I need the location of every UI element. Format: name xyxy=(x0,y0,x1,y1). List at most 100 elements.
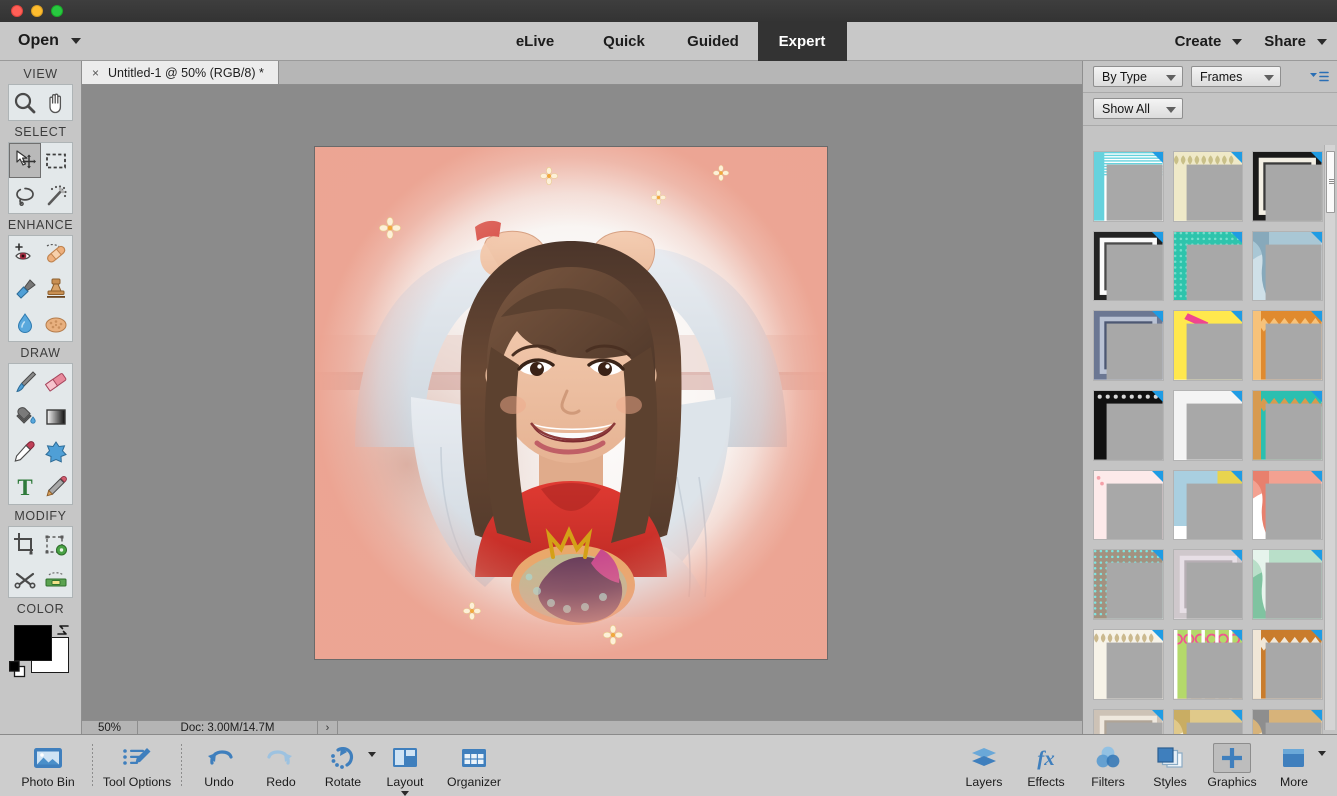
show-all-dropdown[interactable]: Show All xyxy=(1093,98,1183,119)
swap-colors-icon[interactable] xyxy=(55,623,71,637)
more-button[interactable]: More xyxy=(1263,739,1326,793)
organizer-button[interactable]: Organizer xyxy=(436,739,512,793)
scrollbar-thumb[interactable] xyxy=(1326,151,1335,213)
graphic-thumbnail[interactable] xyxy=(1093,230,1164,302)
tab-guided[interactable]: Guided xyxy=(669,22,758,61)
graphic-thumbnail[interactable] xyxy=(1252,390,1323,461)
document-canvas[interactable] xyxy=(315,147,827,659)
graphic-thumbnail[interactable] xyxy=(1252,469,1323,541)
graphic-thumbnail[interactable] xyxy=(1252,549,1323,621)
graphic-thumbnail[interactable] xyxy=(1093,151,1164,222)
graphic-thumbnail[interactable] xyxy=(1093,390,1164,461)
main-menubar: Open eLive Quick Guided Expert Create Sh… xyxy=(0,22,1337,61)
redo-button[interactable]: Redo xyxy=(250,739,312,793)
filters-button[interactable]: Filters xyxy=(1077,739,1139,793)
graphic-thumbnail[interactable] xyxy=(1093,310,1164,381)
zoom-level-field[interactable]: 50% xyxy=(82,721,138,734)
quick-selection-tool[interactable] xyxy=(41,178,73,213)
lasso-tool[interactable] xyxy=(9,178,41,213)
gradient-tool[interactable] xyxy=(41,399,73,434)
smart-brush-tool[interactable] xyxy=(9,271,41,306)
photo-bin-button[interactable]: Photo Bin xyxy=(10,739,86,793)
graphic-thumbnail[interactable] xyxy=(1252,310,1323,381)
filter-by-dropdown[interactable]: By Type xyxy=(1093,66,1183,87)
document-tab[interactable]: × Untitled-1 @ 50% (RGB/8) * xyxy=(82,61,279,84)
undo-button[interactable]: Undo xyxy=(188,739,250,793)
zoom-window-button[interactable] xyxy=(51,5,63,17)
close-window-button[interactable] xyxy=(11,5,23,17)
graphic-thumbnail[interactable] xyxy=(1172,390,1244,461)
rotate-button[interactable]: Rotate xyxy=(312,739,376,793)
move-tool[interactable] xyxy=(9,143,41,178)
graphics-button[interactable]: Graphics xyxy=(1201,739,1263,793)
status-bar: 50% Doc: 3.00M/14.7M › xyxy=(82,720,1082,734)
graphics-thumbnail-scroll[interactable] xyxy=(1083,142,1337,734)
red-eye-removal-tool[interactable] xyxy=(9,236,41,271)
clone-stamp-tool[interactable] xyxy=(41,271,73,306)
create-menu-button[interactable]: Create xyxy=(1175,33,1243,50)
graphic-thumbnail[interactable] xyxy=(1172,310,1244,382)
minimize-window-button[interactable] xyxy=(31,5,43,17)
chevron-down-icon xyxy=(1264,74,1274,81)
color-picker-tool[interactable] xyxy=(9,434,41,469)
spot-healing-brush-tool[interactable] xyxy=(41,236,73,271)
effects-button[interactable]: fx Effects xyxy=(1015,739,1077,793)
graphic-thumbnail[interactable] xyxy=(1252,708,1323,734)
status-expand-button[interactable]: › xyxy=(318,721,338,734)
brush-tool[interactable] xyxy=(9,364,41,399)
graphic-thumbnail[interactable] xyxy=(1252,230,1323,302)
paint-sprayer-icon xyxy=(16,278,36,299)
graphics-panel-show-row: Show All xyxy=(1083,93,1337,126)
pencil-tool[interactable] xyxy=(41,469,73,504)
daisy-icon xyxy=(540,167,558,185)
graphic-thumbnail[interactable] xyxy=(1252,629,1323,700)
graphic-thumbnail[interactable] xyxy=(1172,230,1244,302)
crop-tool[interactable] xyxy=(9,527,41,562)
category-dropdown[interactable]: Frames xyxy=(1191,66,1281,87)
graphic-thumbnail[interactable] xyxy=(1172,151,1244,222)
graphic-thumbnail[interactable] xyxy=(1093,708,1164,734)
text-t-icon: T xyxy=(17,475,32,500)
tab-elive[interactable]: eLive xyxy=(491,22,580,61)
blur-tool[interactable] xyxy=(9,306,41,341)
show-all-value: Show All xyxy=(1102,101,1150,116)
graphic-thumbnail[interactable] xyxy=(1093,469,1164,541)
panel-options-button[interactable] xyxy=(1309,70,1329,84)
hand-tool[interactable] xyxy=(41,85,73,120)
open-menu-button[interactable]: Open xyxy=(0,22,97,60)
layout-button[interactable]: Layout xyxy=(374,739,436,796)
content-aware-move-tool[interactable] xyxy=(9,562,41,597)
right-menu-group: Create Share xyxy=(1175,22,1327,61)
sponge-tool[interactable] xyxy=(41,306,73,341)
zoom-tool[interactable] xyxy=(9,85,41,120)
toolbar-group-select xyxy=(8,142,73,214)
type-tool[interactable]: T xyxy=(9,469,41,504)
graphic-thumbnail[interactable] xyxy=(1172,469,1244,541)
graphic-thumbnail[interactable] xyxy=(1252,151,1323,222)
styles-button[interactable]: Styles xyxy=(1139,739,1201,793)
graphic-thumbnail[interactable] xyxy=(1093,549,1164,621)
graphic-thumbnail[interactable] xyxy=(1172,549,1244,621)
layers-button[interactable]: Layers xyxy=(953,739,1015,793)
eyedropper-icon xyxy=(14,440,35,462)
foreground-color-swatch[interactable] xyxy=(13,625,52,661)
canvas-area[interactable] xyxy=(82,85,1082,720)
straighten-tool[interactable] xyxy=(41,562,73,597)
graphic-thumbnail[interactable] xyxy=(1172,629,1244,700)
daisy-icon xyxy=(379,217,401,239)
tab-quick[interactable]: Quick xyxy=(580,22,669,61)
tab-expert[interactable]: Expert xyxy=(757,22,847,61)
share-menu-button[interactable]: Share xyxy=(1264,33,1327,50)
rectangular-marquee-tool[interactable] xyxy=(41,143,73,178)
tool-options-button[interactable]: Tool Options xyxy=(99,739,175,793)
graphic-thumbnail[interactable] xyxy=(1093,629,1164,700)
eraser-tool[interactable] xyxy=(41,364,73,399)
close-icon[interactable]: × xyxy=(92,67,99,79)
toolbar-section-color-label: COLOR xyxy=(16,602,65,616)
graphic-thumbnail[interactable] xyxy=(1172,708,1244,734)
custom-shape-tool[interactable] xyxy=(41,434,73,469)
recompose-tool[interactable] xyxy=(41,527,73,562)
graphics-panel-scrollbar[interactable] xyxy=(1324,145,1335,730)
paint-bucket-tool[interactable] xyxy=(9,399,41,434)
default-colors-icon[interactable] xyxy=(8,661,26,678)
